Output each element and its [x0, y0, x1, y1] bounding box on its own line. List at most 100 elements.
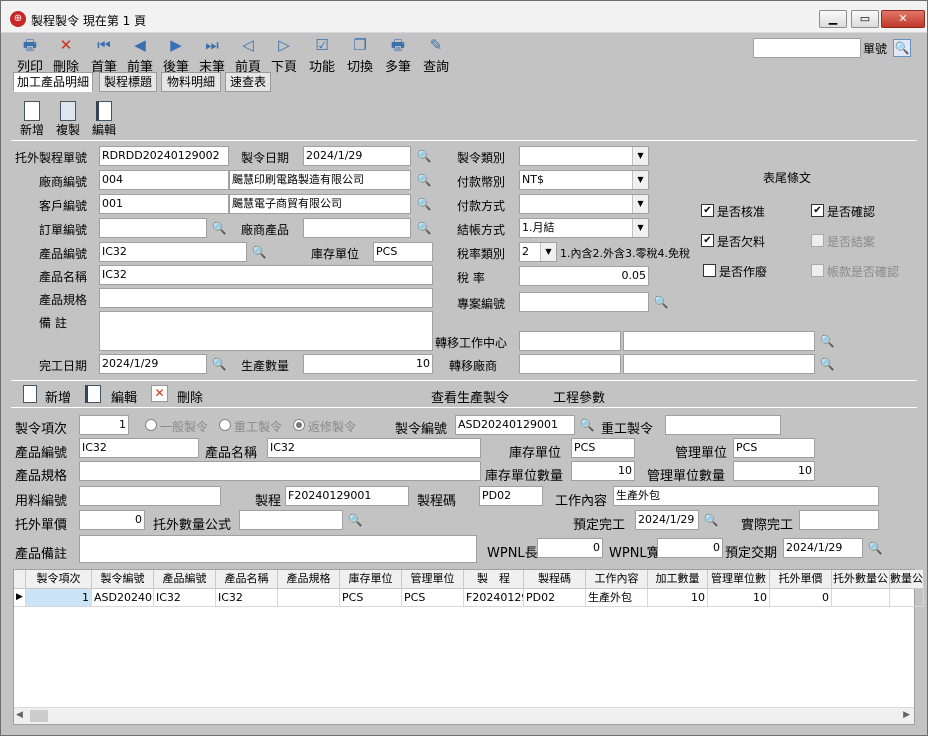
checkbox-term-3[interactable] — [811, 234, 824, 247]
checkbox-term-0[interactable]: ✔ — [701, 204, 714, 217]
detail-plan-delivery-field[interactable]: 2024/1/29 — [783, 538, 863, 558]
engineering-params-button[interactable]: 工程參數 — [553, 387, 605, 406]
transfer-vendor-field-1[interactable] — [519, 354, 621, 374]
grid-header-4[interactable]: 產品規格 — [278, 570, 340, 589]
chevron-down-icon[interactable]: ▼ — [632, 195, 648, 213]
customer-no-field[interactable]: 001 — [99, 194, 229, 214]
toolbar-prev-page-button[interactable]: ◁ 前頁 — [233, 35, 263, 75]
toolbar-function-button[interactable]: ☑ 功能 — [307, 35, 337, 75]
grid-cell[interactable] — [890, 589, 924, 607]
detail-plan-delivery-lookup-icon[interactable]: 🔍 — [867, 540, 883, 556]
grid-cell[interactable]: 0 — [770, 589, 832, 607]
scroll-right-icon[interactable]: ▶ — [903, 710, 910, 720]
detail-material-field[interactable] — [79, 486, 221, 506]
wpnl-wid-field[interactable]: 0 — [657, 538, 723, 558]
grid-cell[interactable]: 10 — [708, 589, 770, 607]
detail-stock-qty-field[interactable]: 10 — [571, 461, 635, 481]
product-name-field[interactable]: IC32 — [99, 265, 433, 285]
chevron-down-icon[interactable]: ▼ — [632, 219, 648, 237]
toolbar-print-button[interactable]: 🖶 列印 — [15, 35, 45, 75]
grid-cell[interactable]: 10 — [648, 589, 708, 607]
checkbox-term-5[interactable] — [811, 264, 824, 277]
remark-field[interactable] — [99, 311, 433, 351]
chevron-down-icon[interactable]: ▼ — [540, 243, 556, 261]
detail-spec-field[interactable] — [79, 461, 481, 481]
grid-header-6[interactable]: 管理單位 — [402, 570, 464, 589]
stock-unit-field[interactable]: PCS — [373, 242, 433, 262]
grid-header-5[interactable]: 庫存單位 — [340, 570, 402, 589]
grid-cell[interactable]: IC32 — [154, 589, 216, 607]
project-field[interactable] — [519, 292, 649, 312]
po-no-field[interactable] — [99, 218, 207, 238]
tab-product-detail[interactable]: 加工產品明細 — [13, 72, 93, 92]
toolbar-prev-button[interactable]: ◀ 前筆 — [125, 35, 155, 75]
tax-rate-field[interactable]: 0.05 — [519, 266, 649, 286]
detail-price-field[interactable]: 0 — [79, 510, 145, 530]
order-no-field[interactable]: RDRDD20240129002 — [99, 146, 229, 166]
detail-work-field[interactable]: 生產外包 — [613, 486, 879, 506]
grid-header-11[interactable]: 管理單位數 — [708, 570, 770, 589]
toolbar-delete-button[interactable]: ✕ 刪除 — [51, 35, 81, 75]
scroll-left-icon[interactable]: ◀ — [16, 710, 23, 720]
toolbar-multi-button[interactable]: 🖶 多筆 — [383, 35, 413, 75]
tab-quick-lookup[interactable]: 速查表 — [225, 72, 271, 92]
transfer-wc-field-2[interactable] — [623, 331, 815, 351]
grid-header-13[interactable]: 托外數量公 — [832, 570, 890, 589]
detail-formula-lookup-icon[interactable]: 🔍 — [347, 512, 363, 528]
radio-return-order[interactable] — [293, 419, 305, 431]
grid-cell[interactable]: 生產外包 — [586, 589, 648, 607]
checkbox-term-2[interactable]: ✔ — [701, 234, 714, 247]
horizontal-scrollbar[interactable]: ◀ ▶ — [14, 707, 914, 724]
detail-delete-button[interactable]: 刪除 — [177, 387, 203, 406]
detail-process-field[interactable]: F20240129001 — [285, 486, 409, 506]
detail-order-lookup-icon[interactable]: 🔍 — [579, 417, 595, 433]
detail-rework-field[interactable] — [665, 415, 781, 435]
tab-process-title[interactable]: 製程標題 — [99, 72, 157, 92]
grid-cell[interactable]: PCS — [340, 589, 402, 607]
po-lookup-icon[interactable]: 🔍 — [211, 220, 227, 236]
detail-plan-finish-field[interactable]: 2024/1/29 — [635, 510, 699, 530]
transfer-wc-lookup-icon[interactable]: 🔍 — [819, 333, 835, 349]
radio-normal-order[interactable] — [145, 419, 157, 431]
detail-product-no-field[interactable]: IC32 — [79, 438, 199, 458]
header-edit-button[interactable]: 編輯 — [89, 101, 119, 138]
detail-process-code-field[interactable]: PD02 — [479, 486, 543, 506]
customer-lookup-icon[interactable]: 🔍 — [416, 196, 432, 212]
grid-header-12[interactable]: 托外單價 — [770, 570, 832, 589]
order-type-select[interactable]: ▼ — [519, 146, 649, 166]
settle-select[interactable]: 1.月結 ▼ — [519, 218, 649, 238]
toolbar-first-button[interactable]: ⏮ 首筆 — [89, 35, 119, 75]
detail-plan-finish-lookup-icon[interactable]: 🔍 — [703, 512, 719, 528]
grid-header-7[interactable]: 製 程 — [464, 570, 524, 589]
grid-cell[interactable] — [278, 589, 340, 607]
grid-header-10[interactable]: 加工數量 — [648, 570, 708, 589]
qty-field[interactable]: 10 — [303, 354, 433, 374]
detail-mgmt-unit-field[interactable]: PCS — [733, 438, 815, 458]
order-date-lookup-icon[interactable]: 🔍 — [416, 148, 432, 164]
grid-header-9[interactable]: 工作內容 — [586, 570, 648, 589]
chevron-down-icon[interactable]: ▼ — [632, 171, 648, 189]
grid-cell[interactable]: F20240129 — [464, 589, 524, 607]
vendor-lookup-icon[interactable]: 🔍 — [416, 172, 432, 188]
maximize-button[interactable]: ▭ — [851, 10, 879, 28]
grid-header-14[interactable]: 數量公 — [890, 570, 924, 589]
toolbar-switch-button[interactable]: ❐ 切換 — [345, 35, 375, 75]
chevron-down-icon[interactable]: ▼ — [632, 147, 648, 165]
detail-edit-button[interactable]: 編輯 — [111, 387, 137, 406]
detail-order-no-field[interactable]: ASD20240129001 — [455, 415, 575, 435]
transfer-vendor-field-2[interactable] — [623, 354, 815, 374]
grid-header-1[interactable]: 製令編號 — [92, 570, 154, 589]
finish-date-lookup-icon[interactable]: 🔍 — [211, 356, 227, 372]
radio-rework-order[interactable] — [219, 419, 231, 431]
close-button[interactable]: ✕ — [881, 10, 925, 28]
vendor-name-field[interactable]: 颺慧印刷電路製造有限公司 — [229, 170, 411, 190]
detail-note-field[interactable] — [79, 535, 477, 563]
vendor-no-field[interactable]: 004 — [99, 170, 229, 190]
header-add-button[interactable]: 新增 — [17, 101, 47, 138]
tab-material-detail[interactable]: 物料明細 — [161, 72, 221, 92]
product-no-field[interactable]: IC32 — [99, 242, 247, 262]
grid-cell[interactable] — [832, 589, 890, 607]
checkbox-term-4[interactable] — [703, 264, 716, 277]
checkbox-term-1[interactable]: ✔ — [811, 204, 824, 217]
scroll-thumb[interactable] — [30, 710, 48, 722]
